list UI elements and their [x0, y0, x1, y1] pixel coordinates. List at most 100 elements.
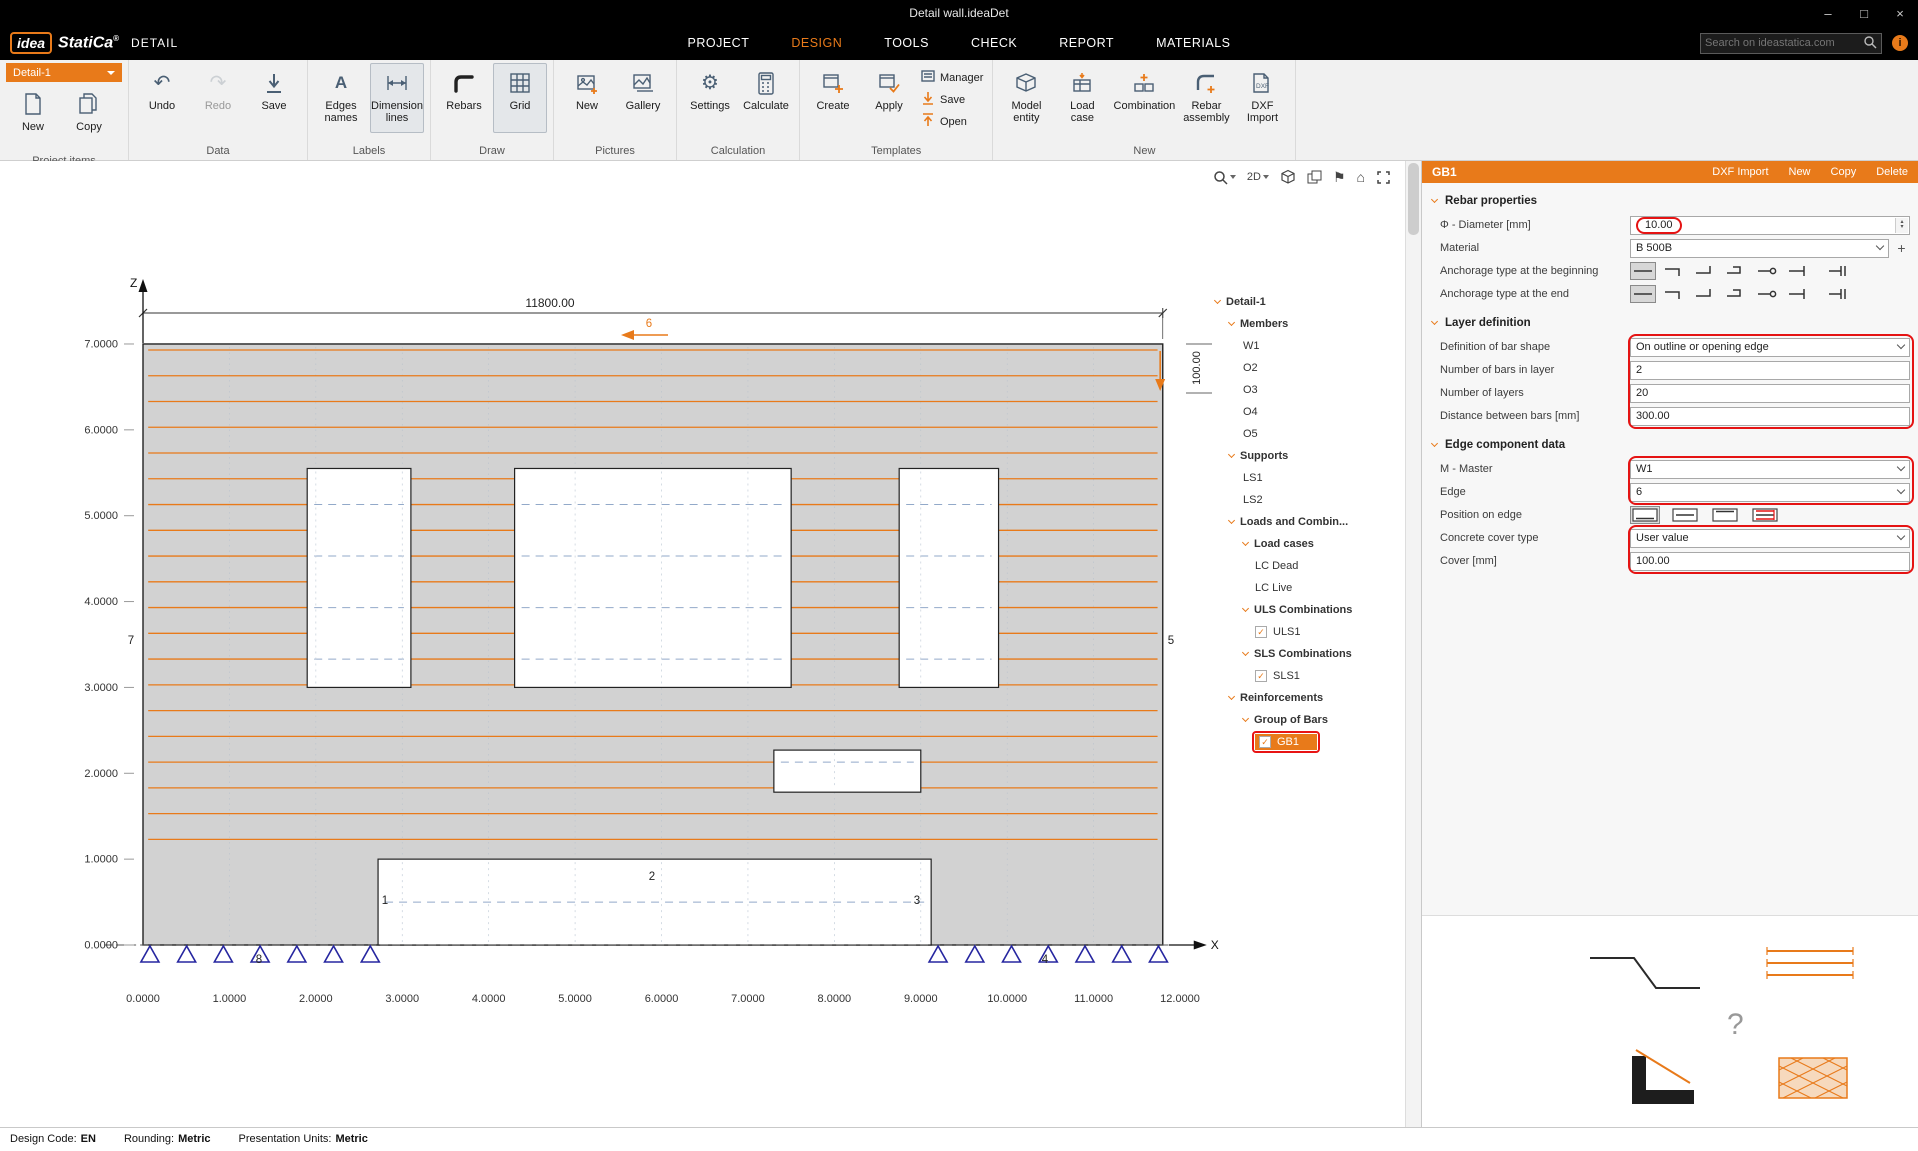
dxf-import-button[interactable]: DXF DXF Import [1235, 63, 1289, 133]
tree-node-detail[interactable]: Detail-1 [1215, 291, 1387, 313]
dxf-import-action[interactable]: DXF Import [1712, 166, 1768, 178]
maximize-button[interactable]: □ [1846, 0, 1882, 26]
tree-item-o5[interactable]: O5 [1215, 423, 1387, 445]
template-manager-button[interactable]: Manager [921, 69, 983, 86]
redo-button[interactable]: ↷ Redo [191, 63, 245, 133]
num-layers-input[interactable]: 20 [1630, 384, 1910, 403]
copy-action[interactable]: Copy [1831, 166, 1857, 178]
position-outline-icon[interactable] [1630, 506, 1660, 524]
edge-select[interactable]: 6 [1630, 483, 1910, 502]
new-project-item-button[interactable]: New [6, 84, 60, 154]
rebars-button[interactable]: Rebars [437, 63, 491, 133]
tree-node-members[interactable]: Members [1215, 313, 1387, 335]
tree-item-w1[interactable]: W1 [1215, 335, 1387, 357]
tab-tools[interactable]: TOOLS [882, 32, 931, 54]
anchorage-headed-icon[interactable] [1825, 285, 1851, 303]
detail-selector[interactable]: Detail-1 [6, 63, 122, 82]
load-case-button[interactable]: Load case [1055, 63, 1109, 133]
tree-item-sls1[interactable]: ✓SLS1 [1215, 665, 1387, 687]
tree-item-ls1[interactable]: LS1 [1215, 467, 1387, 489]
vertical-scrollbar[interactable] [1405, 161, 1421, 1127]
detail-drawing[interactable]: 0.00001.00002.00003.00004.00005.00006.00… [0, 161, 1405, 1127]
tree-item-ls2[interactable]: LS2 [1215, 489, 1387, 511]
tab-report[interactable]: REPORT [1057, 32, 1116, 54]
create-template-button[interactable]: Create [806, 63, 860, 133]
spinner-icon[interactable]: ▴▾ [1895, 218, 1908, 233]
material-select[interactable]: B 500B [1630, 239, 1889, 258]
save-button[interactable]: Save [247, 63, 301, 133]
tree-item-lc-live[interactable]: LC Live [1215, 577, 1387, 599]
checkbox-sls1[interactable]: ✓ [1255, 670, 1267, 682]
cover-type-select[interactable]: User value [1630, 529, 1910, 548]
anchorage-perpendicular-icon[interactable] [1785, 262, 1811, 280]
master-select[interactable]: W1 [1630, 460, 1910, 479]
tab-materials[interactable]: MATERIALS [1154, 32, 1232, 54]
anchorage-hook-icon[interactable] [1723, 285, 1749, 303]
drawing-canvas[interactable]: 0.00001.00002.00003.00004.00005.00006.00… [0, 161, 1405, 1127]
anchorage-straight-icon[interactable] [1630, 285, 1656, 303]
tab-design[interactable]: DESIGN [789, 32, 844, 54]
anchorage-loop-icon[interactable] [1754, 262, 1780, 280]
anchorage-perpendicular-icon[interactable] [1785, 285, 1811, 303]
tree-item-uls1[interactable]: ✓ULS1 [1215, 621, 1387, 643]
tree-node-load-cases[interactable]: Load cases [1215, 533, 1387, 555]
tree-item-gb1[interactable]: ✓ GB1 [1215, 731, 1387, 753]
position-center-icon[interactable] [1670, 506, 1700, 524]
tree-node-group-of-bars[interactable]: Group of Bars [1215, 709, 1387, 731]
search-input[interactable] [1705, 37, 1863, 49]
anchorage-hook-icon[interactable] [1723, 262, 1749, 280]
flag-button[interactable]: ⚑ [1331, 167, 1348, 187]
edges-names-button[interactable]: A Edges names [314, 63, 368, 133]
position-opposite-icon[interactable] [1710, 506, 1740, 524]
info-icon[interactable]: i [1892, 35, 1908, 51]
section-edge-component[interactable]: Edge component data [1422, 429, 1918, 456]
home-view-button[interactable]: ⌂ [1355, 167, 1367, 187]
template-save-button[interactable]: Save [921, 91, 983, 108]
anchorage-headed-icon[interactable] [1825, 262, 1851, 280]
add-material-button[interactable]: + [1893, 240, 1910, 257]
section-rebar-properties[interactable]: Rebar properties [1422, 185, 1918, 212]
combination-button[interactable]: Combination [1111, 63, 1177, 133]
fit-view-button[interactable] [1374, 167, 1393, 187]
tree-item-o2[interactable]: O2 [1215, 357, 1387, 379]
checkbox-uls1[interactable]: ✓ [1255, 626, 1267, 638]
rebar-assembly-button[interactable]: Rebar assembly [1179, 63, 1233, 133]
tab-project[interactable]: PROJECT [686, 32, 752, 54]
template-open-button[interactable]: Open [921, 113, 983, 130]
supports[interactable] [104, 945, 1189, 962]
copy-project-item-button[interactable]: Copy [62, 84, 116, 154]
minimize-button[interactable]: – [1810, 0, 1846, 26]
distance-input[interactable]: 300.00 [1630, 407, 1910, 426]
new-picture-button[interactable]: New [560, 63, 614, 133]
tree-item-lc-dead[interactable]: LC Dead [1215, 555, 1387, 577]
anchorage-straight-icon[interactable] [1630, 262, 1656, 280]
apply-template-button[interactable]: Apply [862, 63, 916, 133]
tree-node-sls[interactable]: SLS Combinations [1215, 643, 1387, 665]
bars-in-layer-input[interactable]: 2 [1630, 361, 1910, 380]
tree-node-uls[interactable]: ULS Combinations [1215, 599, 1387, 621]
anchorage-bend-down-icon[interactable] [1661, 285, 1687, 303]
tab-check[interactable]: CHECK [969, 32, 1019, 54]
tree-node-reinforcements[interactable]: Reinforcements [1215, 687, 1387, 709]
diameter-input[interactable]: 10.00 ▴▾ [1630, 216, 1910, 235]
zoom-dropdown[interactable] [1211, 167, 1238, 187]
tree-node-supports[interactable]: Supports [1215, 445, 1387, 467]
cover-input[interactable]: 100.00 [1630, 552, 1910, 571]
settings-button[interactable]: ⚙ Settings [683, 63, 737, 133]
anchorage-bend-up-icon[interactable] [1692, 262, 1718, 280]
model-entity-button[interactable]: Model entity [999, 63, 1053, 133]
anchorage-loop-icon[interactable] [1754, 285, 1780, 303]
dimension-lines-button[interactable]: Dimension lines [370, 63, 424, 133]
search-icon[interactable] [1863, 35, 1877, 52]
delete-action[interactable]: Delete [1876, 166, 1908, 178]
anchorage-bend-down-icon[interactable] [1661, 262, 1687, 280]
calculate-button[interactable]: Calculate [739, 63, 793, 133]
tree-item-o4[interactable]: O4 [1215, 401, 1387, 423]
views-button[interactable] [1305, 167, 1324, 187]
undo-button[interactable]: ↶ Undo [135, 63, 189, 133]
section-layer-definition[interactable]: Layer definition [1422, 307, 1918, 334]
gallery-button[interactable]: Gallery [616, 63, 670, 133]
anchorage-bend-up-icon[interactable] [1692, 285, 1718, 303]
close-button[interactable]: × [1882, 0, 1918, 26]
axonometry-button[interactable] [1278, 167, 1298, 187]
